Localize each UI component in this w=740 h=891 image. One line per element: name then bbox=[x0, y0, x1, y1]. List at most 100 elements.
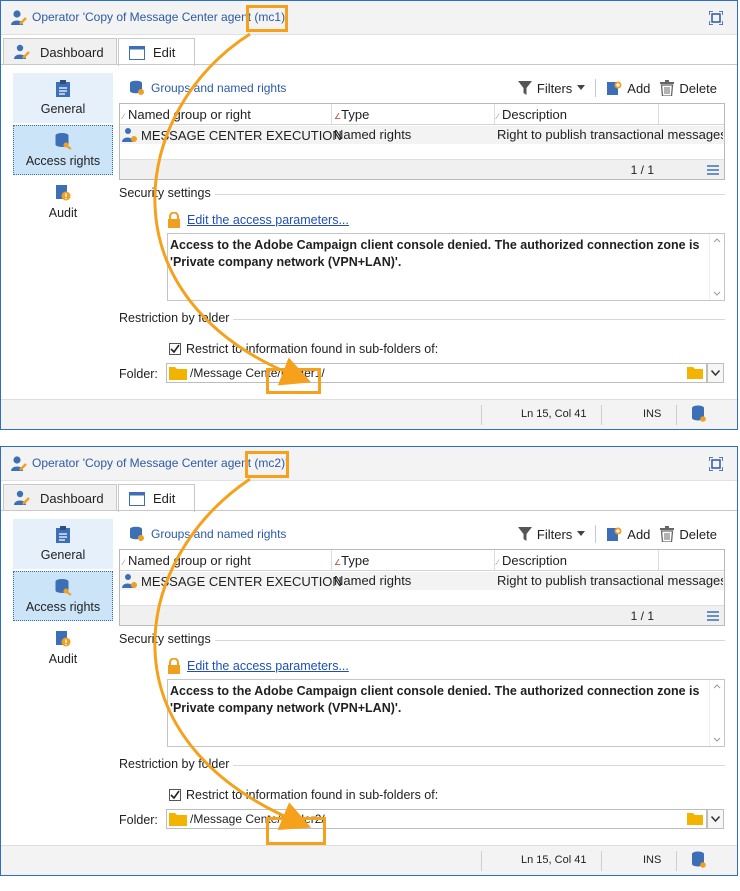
tab-dashboard[interactable]: Dashboard bbox=[3, 484, 117, 511]
maximize-icon[interactable] bbox=[709, 457, 723, 471]
folder-browse-icon[interactable] bbox=[687, 366, 703, 379]
sidebar-item-label: Access rights bbox=[25, 600, 101, 614]
list-menu-icon[interactable] bbox=[707, 610, 719, 622]
clipboard-icon bbox=[56, 526, 70, 543]
tab-bar: Dashboard Edit bbox=[1, 481, 737, 512]
rights-table: ∕ Named group or right ∠Type ∕ Descripti… bbox=[119, 549, 725, 626]
restrict-checkbox-row[interactable]: Restrict to information found in sub-fol… bbox=[169, 785, 725, 805]
rights-toolbar: Groups and named rights Filters Add Dele… bbox=[119, 519, 725, 549]
edit-access-parameters-link[interactable]: Edit the access parameters... bbox=[187, 213, 349, 227]
funnel-icon bbox=[517, 81, 532, 95]
sidebar-item-label: General bbox=[40, 102, 86, 116]
folder-row: Folder: /Message Cente/Folder1/ bbox=[119, 362, 725, 386]
groups-header: Groups and named rights bbox=[129, 80, 286, 96]
table-row[interactable]: MESSAGE CENTER EXECUTION Named rights Ri… bbox=[120, 126, 724, 144]
filters-button[interactable]: Filters bbox=[517, 527, 586, 542]
row-type: Named rights bbox=[334, 573, 412, 588]
groups-label: Groups and named rights bbox=[151, 527, 287, 541]
restrict-checkbox[interactable] bbox=[169, 343, 181, 355]
cursor-position: Ln 15, Col 41 bbox=[521, 408, 587, 420]
restrict-checkbox-row[interactable]: Restrict to information found in sub-fol… bbox=[169, 339, 725, 359]
tab-dashboard-label: Dashboard bbox=[40, 44, 104, 60]
security-settings-title: Security settings bbox=[119, 632, 725, 652]
scrollbar[interactable] bbox=[709, 680, 724, 746]
delete-button[interactable]: Delete bbox=[660, 80, 717, 96]
sidebar-item-audit[interactable]: Audit bbox=[13, 177, 113, 227]
edit-access-parameters-link[interactable]: Edit the access parameters... bbox=[187, 659, 349, 673]
status-bar: Ln 15, Col 41 INS bbox=[1, 845, 737, 875]
main-area: Groups and named rights Filters Add Dele… bbox=[119, 73, 725, 386]
filters-button[interactable]: Filters bbox=[517, 81, 586, 96]
folder-row: Folder: /Message Cente/Folder2/ bbox=[119, 808, 725, 832]
access-message: Access to the Adobe Campaign client cons… bbox=[170, 238, 700, 269]
folder-input[interactable]: /Message Cente/Folder2/ bbox=[166, 809, 707, 829]
column-header-description[interactable]: ∕ Description bbox=[497, 107, 567, 122]
folder-browse-icon[interactable] bbox=[687, 812, 703, 825]
chevron-down-icon bbox=[711, 816, 720, 822]
insert-mode: INS bbox=[643, 408, 662, 420]
list-menu-icon[interactable] bbox=[707, 164, 719, 176]
tab-edit-label: Edit bbox=[153, 491, 176, 506]
tab-edit[interactable]: Edit bbox=[118, 38, 195, 66]
tab-dashboard-label: Dashboard bbox=[40, 490, 104, 506]
scroll-arrows-icon bbox=[713, 238, 721, 296]
audit-icon bbox=[56, 185, 71, 201]
sidebar: General Access rights Audit bbox=[13, 519, 113, 675]
table-row[interactable]: MESSAGE CENTER EXECUTION Named rights Ri… bbox=[120, 572, 724, 590]
column-header-name[interactable]: ∕ Named group or right bbox=[123, 553, 251, 568]
sidebar: General Access rights Audit bbox=[13, 73, 113, 229]
access-message-text[interactable]: Access to the Adobe Campaign client cons… bbox=[167, 679, 725, 747]
rights-toolbar: Groups and named rights Filters Add Dele… bbox=[119, 73, 725, 103]
access-parameters-row: Edit the access parameters... bbox=[167, 656, 725, 676]
operator-icon bbox=[11, 10, 27, 25]
sidebar-item-general[interactable]: General bbox=[13, 519, 113, 569]
groups-header: Groups and named rights bbox=[129, 526, 286, 542]
folder-path: /Message Cente bbox=[190, 366, 278, 380]
scrollbar[interactable] bbox=[709, 234, 724, 300]
row-name: MESSAGE CENTER EXECUTION bbox=[141, 127, 342, 143]
folder-icon bbox=[169, 813, 187, 826]
sidebar-item-audit[interactable]: Audit bbox=[13, 623, 113, 673]
row-description: Right to publish transactional messages bbox=[497, 573, 723, 588]
add-button[interactable]: Add bbox=[606, 526, 650, 542]
column-header-name[interactable]: ∕ Named group or right bbox=[123, 107, 251, 122]
folder-icon bbox=[169, 367, 187, 380]
column-header-type[interactable]: ∠Type bbox=[334, 107, 369, 122]
rights-table: ∕ Named group or right ∠Type ∕ Descripti… bbox=[119, 103, 725, 180]
database-status-icon bbox=[692, 405, 706, 422]
add-button[interactable]: Add bbox=[606, 80, 650, 96]
chevron-down-icon bbox=[577, 85, 586, 90]
folder-dropdown-button[interactable] bbox=[707, 363, 724, 383]
operator-icon bbox=[11, 456, 27, 471]
row-description: Right to publish transactional messages bbox=[497, 127, 723, 142]
table-footer: 1 / 1 bbox=[120, 605, 724, 625]
checkmark-icon bbox=[170, 790, 180, 800]
sidebar-item-access-rights[interactable]: Access rights bbox=[13, 571, 113, 621]
restriction-title: Restriction by folder bbox=[119, 311, 725, 331]
named-right-icon bbox=[122, 574, 137, 588]
trash-icon bbox=[660, 80, 675, 96]
lock-icon bbox=[168, 212, 180, 228]
folder-label: Folder: bbox=[119, 813, 158, 827]
sidebar-item-general[interactable]: General bbox=[13, 73, 113, 123]
sidebar-item-access-rights[interactable]: Access rights bbox=[13, 125, 113, 175]
database-group-icon bbox=[130, 526, 144, 541]
column-header-type[interactable]: ∠Type bbox=[334, 553, 369, 568]
folder-dropdown-button[interactable] bbox=[707, 809, 724, 829]
tab-edit[interactable]: Edit bbox=[118, 484, 195, 512]
maximize-icon[interactable] bbox=[709, 11, 723, 25]
tab-dashboard[interactable]: Dashboard bbox=[3, 38, 117, 65]
restrict-checkbox[interactable] bbox=[169, 789, 181, 801]
status-bar: Ln 15, Col 41 INS bbox=[1, 399, 737, 429]
clipboard-icon bbox=[56, 80, 70, 97]
delete-button[interactable]: Delete bbox=[660, 526, 717, 542]
column-header-description[interactable]: ∕ Description bbox=[497, 553, 567, 568]
checkmark-icon bbox=[170, 344, 180, 354]
row-type: Named rights bbox=[334, 127, 412, 142]
groups-label: Groups and named rights bbox=[151, 81, 287, 95]
access-parameters-row: Edit the access parameters... bbox=[167, 210, 725, 230]
access-message-text[interactable]: Access to the Adobe Campaign client cons… bbox=[167, 233, 725, 301]
sidebar-item-label: Audit bbox=[48, 206, 78, 220]
funnel-icon bbox=[517, 527, 532, 541]
folder-input[interactable]: /Message Cente/Folder1/ bbox=[166, 363, 707, 383]
